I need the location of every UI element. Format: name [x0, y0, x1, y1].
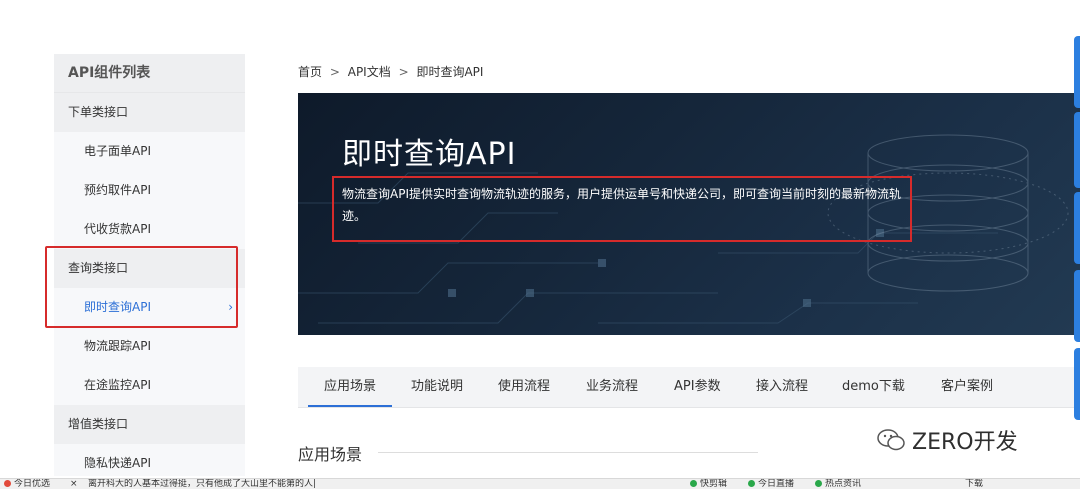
tab-usage-flow[interactable]: 使用流程	[498, 367, 550, 407]
side-float-button[interactable]	[1074, 112, 1080, 188]
browser-status-bar: 今日优选 × 离开科大的人基本过得挺，只有他成了大山里不能第的人| 快剪辑 今日…	[0, 478, 1080, 489]
side-float-button[interactable]	[1074, 192, 1080, 264]
side-float-button[interactable]	[1074, 270, 1080, 342]
deals-icon	[4, 480, 11, 487]
tab-scenarios[interactable]: 应用场景	[307, 367, 393, 407]
breadcrumb-separator: >	[329, 65, 340, 79]
tab-api-params[interactable]: API参数	[674, 367, 721, 407]
highlight-box-sidebar	[45, 246, 238, 328]
watermark-text: ZERO开发	[912, 430, 1018, 455]
sidebar-item-cod[interactable]: 代收货款API	[54, 210, 245, 249]
sidebar-item-in-transit-monitor[interactable]: 在途监控API	[54, 366, 245, 405]
breadcrumb-api-docs[interactable]: API文档	[348, 65, 391, 79]
tab-features[interactable]: 功能说明	[411, 367, 463, 407]
section-divider	[378, 452, 758, 453]
sidebar-group-order[interactable]: 下单类接口	[54, 93, 245, 132]
tab-integration-flow[interactable]: 接入流程	[756, 367, 808, 407]
side-float-button[interactable]	[1074, 36, 1080, 108]
sidebar-item-electronic-waybill[interactable]: 电子面单API	[54, 132, 245, 171]
section-tabs: 应用场景 功能说明 使用流程 业务流程 API参数 接入流程 demo下载 客户…	[298, 367, 1080, 408]
sidebar-group-value-added[interactable]: 增值类接口	[54, 405, 245, 444]
sidebar-item-privacy-express[interactable]: 隐私快递API	[54, 444, 245, 476]
banner-title: 即时查询API	[342, 137, 517, 172]
live-icon	[748, 480, 755, 487]
tab-business-flow[interactable]: 业务流程	[586, 367, 638, 407]
side-float-button[interactable]	[1074, 348, 1080, 420]
wechat-watermark: ZERO开发	[876, 424, 1018, 456]
breadcrumb-separator: >	[398, 65, 409, 79]
breadcrumb: 首页 > API文档 > 即时查询API	[298, 63, 487, 80]
section-heading: 应用场景	[298, 445, 363, 464]
tab-customer-cases[interactable]: 客户案例	[941, 367, 993, 407]
sidebar-title: API组件列表	[54, 54, 245, 93]
tab-demo-download[interactable]: demo下载	[842, 367, 905, 407]
kuaijianji-icon	[690, 480, 697, 487]
breadcrumb-current: 即时查询API	[416, 65, 484, 79]
sidebar-item-logistics-tracking[interactable]: 物流跟踪API	[54, 327, 245, 366]
highlight-box-description	[332, 176, 912, 242]
hot-news-icon	[815, 480, 822, 487]
sidebar-item-pickup-booking[interactable]: 预约取件API	[54, 171, 245, 210]
wechat-icon	[877, 429, 905, 451]
breadcrumb-home[interactable]: 首页	[298, 65, 322, 79]
